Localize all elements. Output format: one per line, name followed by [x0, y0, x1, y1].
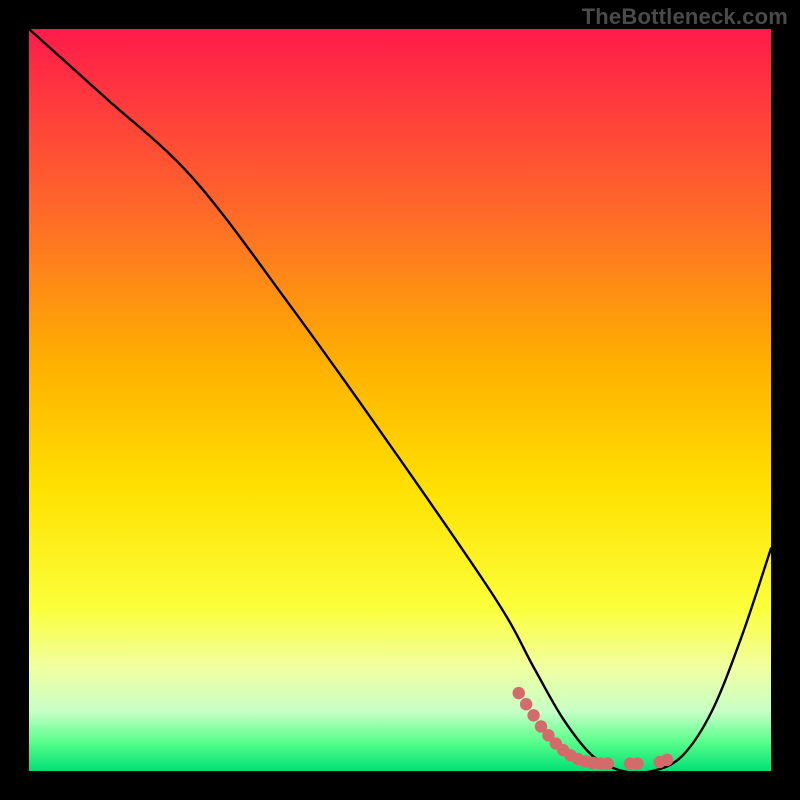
accent-dot: [513, 687, 525, 699]
watermark-text: TheBottleneck.com: [582, 4, 788, 30]
chart-canvas: [29, 29, 771, 771]
accent-dot: [527, 709, 539, 721]
plot-background: [29, 29, 771, 771]
accent-dot: [661, 754, 673, 766]
accent-dot: [520, 698, 532, 710]
accent-dot: [631, 757, 643, 769]
accent-dot: [602, 757, 614, 769]
chart-frame: TheBottleneck.com: [0, 0, 800, 800]
